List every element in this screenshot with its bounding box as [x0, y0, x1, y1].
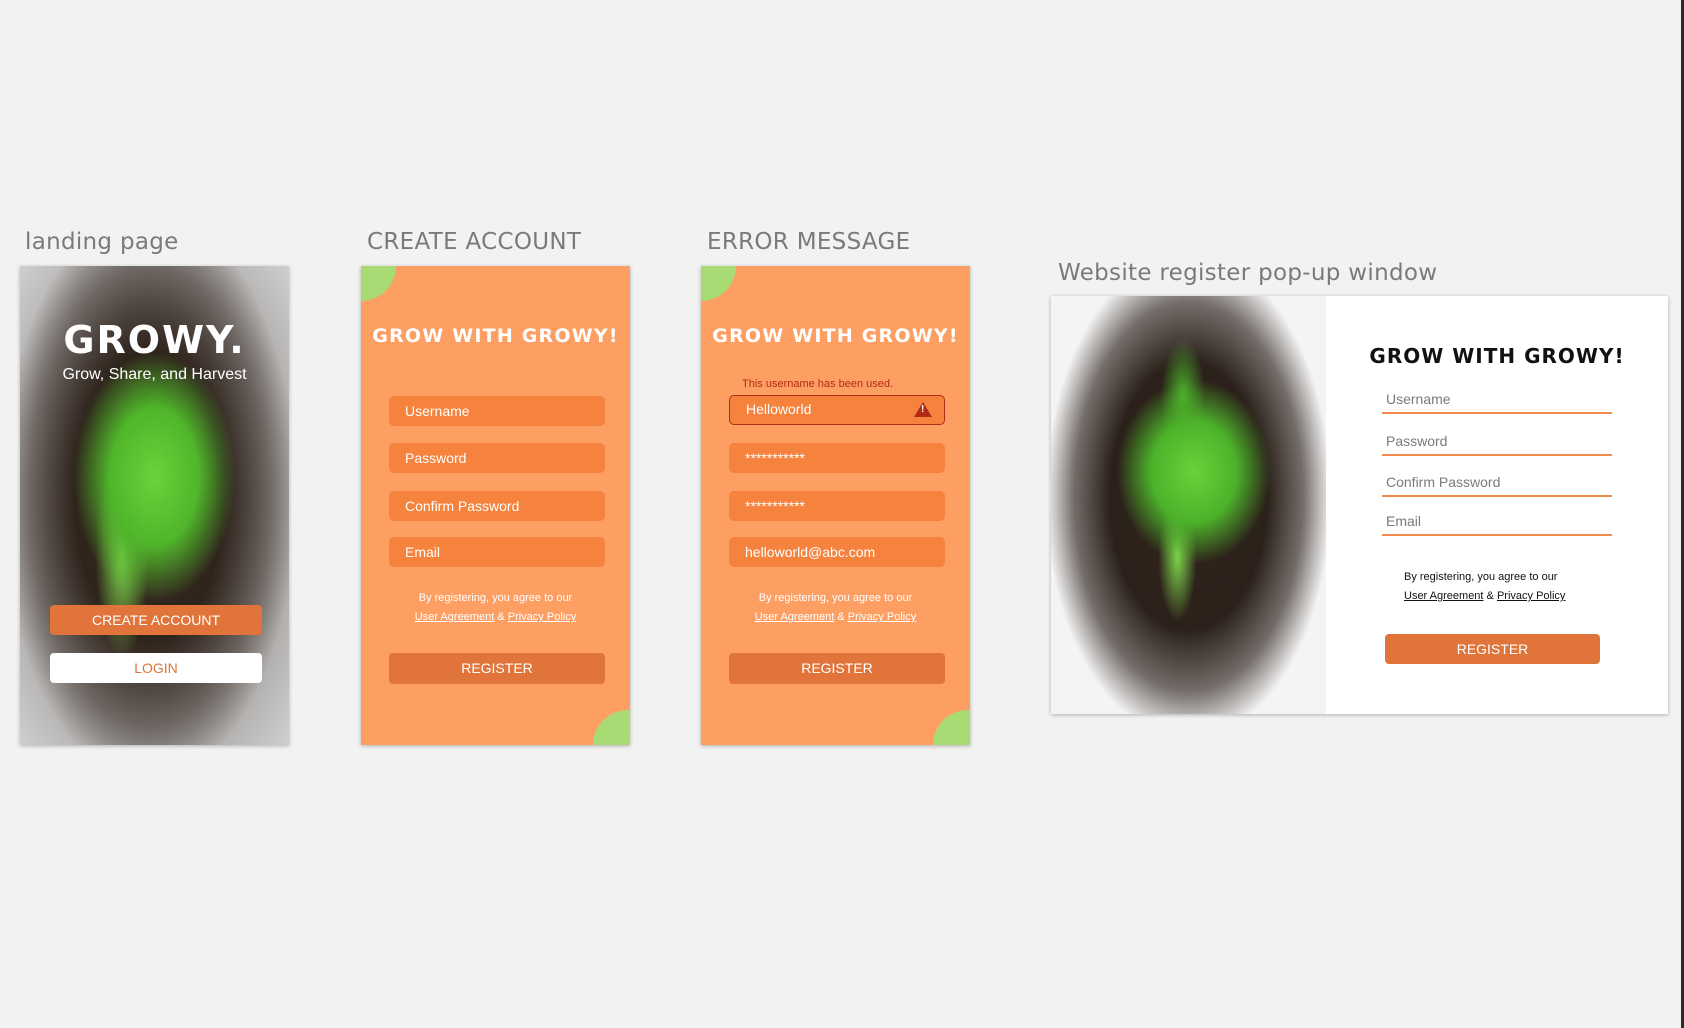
form-title: GROW WITH GROWY! — [1369, 344, 1625, 368]
landing-page-label: landing page — [25, 229, 179, 255]
ampersand: & — [1486, 590, 1494, 602]
confirm-password-field[interactable]: Confirm Password — [389, 491, 605, 521]
user-agreement-link[interactable]: User Agreement — [1404, 590, 1483, 602]
growy-logo: GROWY. — [63, 318, 246, 362]
ampersand: & — [837, 611, 845, 623]
decorative-blob — [701, 266, 736, 301]
password-field[interactable]: Password — [389, 443, 605, 473]
plant-photo — [1051, 296, 1326, 714]
error-message-label: ERROR MESSAGE — [707, 229, 911, 255]
privacy-policy-link[interactable]: Privacy Policy — [1497, 590, 1565, 602]
landing-page-artboard: GROWY. Grow, Share, and Harvest CREATE A… — [20, 266, 289, 745]
login-button[interactable]: LOGIN — [50, 653, 262, 683]
form-title: GROW WITH GROWY! — [372, 325, 619, 347]
confirm-password-field[interactable]: Confirm Password — [1382, 469, 1612, 497]
tagline: Grow, Share, and Harvest — [62, 366, 247, 383]
register-button[interactable]: REGISTER — [389, 653, 605, 684]
username-error-text: This username has been used. — [742, 378, 894, 390]
username-field[interactable]: Helloworld ! — [729, 395, 945, 425]
user-agreement-link[interactable]: User Agreement — [415, 611, 494, 623]
privacy-policy-link[interactable]: Privacy Policy — [508, 611, 576, 623]
username-field[interactable]: Username — [1382, 386, 1612, 414]
register-button[interactable]: REGISTER — [1385, 634, 1600, 664]
terms-text: By registering, you agree to our User Ag… — [701, 589, 970, 627]
email-field[interactable]: Email — [389, 537, 605, 567]
privacy-policy-link[interactable]: Privacy Policy — [848, 611, 916, 623]
register-form: GROW WITH GROWY! Username Password Confi… — [1326, 296, 1668, 714]
password-field[interactable]: *********** — [729, 443, 945, 473]
terms-line: By registering, you agree to our — [758, 592, 913, 604]
web-popup-artboard: GROW WITH GROWY! Username Password Confi… — [1051, 296, 1668, 714]
create-account-label: CREATE ACCOUNT — [367, 229, 582, 255]
decorative-blob — [933, 710, 970, 745]
terms-text: By registering, you agree to our User Ag… — [361, 589, 630, 627]
web-popup-label: Website register pop-up window — [1058, 260, 1438, 286]
create-account-artboard: GROW WITH GROWY! Username Password Confi… — [361, 266, 630, 745]
username-field[interactable]: Username — [389, 396, 605, 426]
decorative-blob — [361, 266, 396, 301]
password-field[interactable]: Password — [1382, 428, 1612, 456]
register-button[interactable]: REGISTER — [729, 653, 945, 684]
terms-line: By registering, you agree to our — [418, 592, 573, 604]
ampersand: & — [497, 611, 505, 623]
username-value: Helloworld — [746, 401, 812, 417]
error-message-artboard: GROW WITH GROWY! This username has been … — [701, 266, 970, 745]
email-field[interactable]: Email — [1382, 508, 1612, 536]
form-title: GROW WITH GROWY! — [712, 325, 959, 347]
confirm-password-field[interactable]: *********** — [729, 491, 945, 521]
terms-text: By registering, you agree to our User Ag… — [1404, 568, 1565, 606]
warning-icon: ! — [914, 402, 932, 417]
user-agreement-link[interactable]: User Agreement — [755, 611, 834, 623]
decorative-blob — [593, 710, 630, 745]
terms-line: By registering, you agree to our — [1404, 571, 1558, 583]
email-field[interactable]: helloworld@abc.com — [729, 537, 945, 567]
create-account-button[interactable]: CREATE ACCOUNT — [50, 605, 262, 635]
